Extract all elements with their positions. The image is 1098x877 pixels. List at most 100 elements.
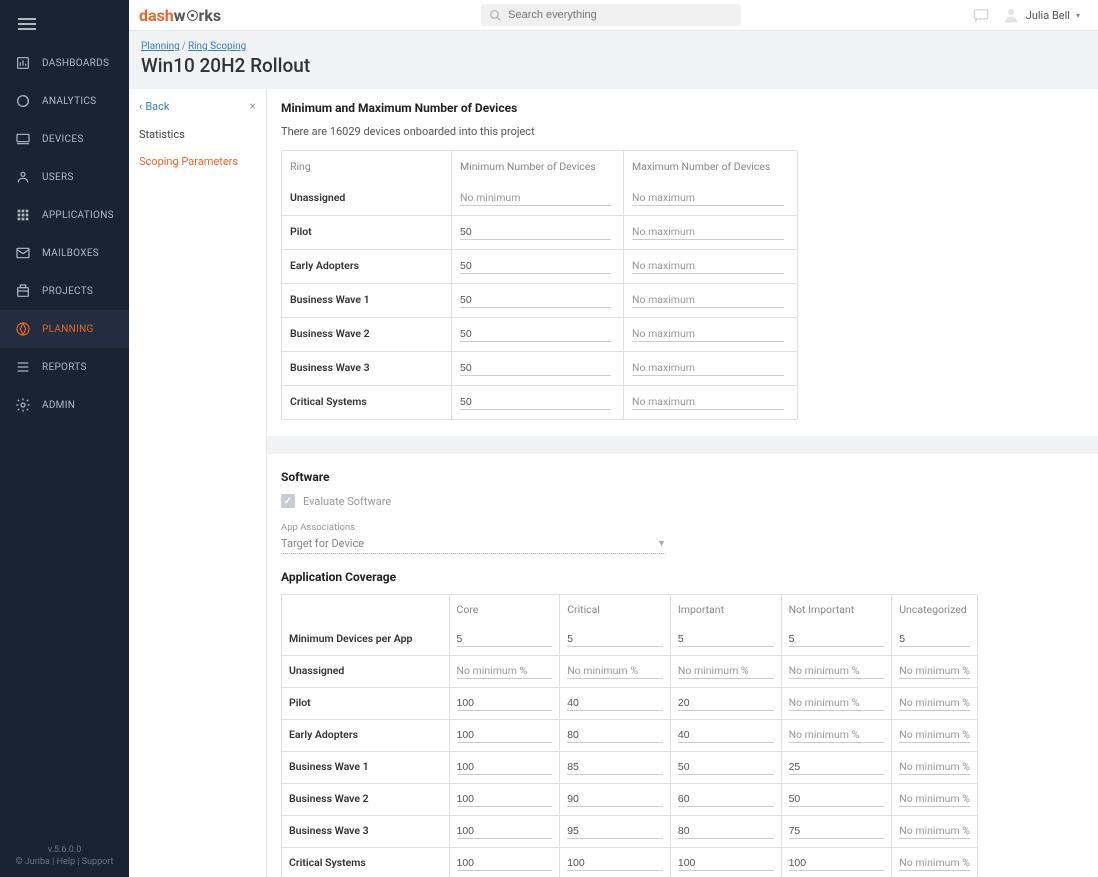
app-associations-label: App Associations — [281, 522, 1084, 533]
coverage-input[interactable] — [789, 793, 885, 807]
coverage-input[interactable] — [789, 761, 885, 775]
nav-applications[interactable]: APPLICATIONS — [0, 196, 129, 234]
user-menu[interactable]: Julia Bell ▾ — [1002, 6, 1080, 24]
support-link[interactable]: Support — [82, 857, 114, 867]
ring-label: Unassigned — [282, 182, 452, 215]
coverage-input[interactable] — [789, 825, 885, 839]
coverage-input[interactable] — [678, 857, 774, 871]
coverage-input[interactable] — [678, 633, 774, 647]
help-link[interactable]: Help — [57, 857, 75, 867]
copyright-link[interactable]: © Juriba — [16, 857, 50, 867]
coverage-input[interactable] — [899, 633, 970, 647]
coverage-input[interactable] — [457, 697, 553, 711]
coverage-input[interactable] — [567, 761, 663, 775]
coverage-row-label: Business Wave 2 — [282, 784, 450, 815]
search-input[interactable] — [508, 9, 733, 21]
coverage-placeholder[interactable]: No minimum % — [789, 728, 885, 743]
hamburger-icon[interactable] — [18, 18, 36, 32]
coverage-input[interactable] — [567, 697, 663, 711]
max-devices-placeholder[interactable]: No maximum — [632, 259, 784, 274]
min-devices-placeholder[interactable]: No minimum — [460, 191, 611, 206]
reports-icon — [14, 358, 32, 376]
close-icon[interactable]: × — [250, 99, 256, 113]
coverage-placeholder[interactable]: No minimum % — [899, 856, 970, 871]
table-row: Unassigned No minimum % No minimum % No min… — [282, 655, 977, 687]
coverage-input[interactable] — [678, 761, 774, 775]
coverage-input[interactable] — [457, 761, 553, 775]
table-row: Business Wave 1 No minimum % — [282, 751, 977, 783]
coverage-input[interactable] — [567, 825, 663, 839]
coverage-placeholder[interactable]: No minimum % — [899, 664, 970, 679]
min-devices-input[interactable] — [460, 328, 611, 342]
max-devices-placeholder[interactable]: No maximum — [632, 395, 784, 410]
breadcrumb-ring-scoping[interactable]: Ring Scoping — [188, 41, 246, 52]
min-devices-input[interactable] — [460, 260, 611, 274]
coverage-input[interactable] — [457, 857, 553, 871]
app-associations-dropdown[interactable]: Target for Device ▼ — [281, 535, 666, 554]
subnav-scoping-parameters[interactable]: Scoping Parameters — [129, 148, 266, 175]
nav-reports[interactable]: REPORTS — [0, 348, 129, 386]
nav-dashboards[interactable]: DASHBOARDS — [0, 44, 129, 82]
coverage-input[interactable] — [567, 793, 663, 807]
coverage-placeholder[interactable]: No minimum % — [789, 696, 885, 711]
coverage-placeholder[interactable]: No minimum % — [899, 728, 970, 743]
min-devices-input[interactable] — [460, 294, 611, 308]
table-row: Business Wave 3No minimum % — [282, 815, 977, 847]
planning-icon — [14, 320, 32, 338]
th-not-important: Not Important — [782, 595, 893, 624]
nav-projects[interactable]: PROJECTS — [0, 272, 129, 310]
coverage-input[interactable] — [678, 729, 774, 743]
evaluate-software-checkbox[interactable] — [281, 494, 295, 508]
coverage-input[interactable] — [567, 633, 663, 647]
nav-analytics[interactable]: ANALYTICS — [0, 82, 129, 120]
coverage-placeholder[interactable]: No minimum % — [899, 792, 970, 807]
coverage-input[interactable] — [457, 825, 553, 839]
coverage-placeholder[interactable]: No minimum % — [457, 664, 553, 679]
nav-devices[interactable]: DEVICES — [0, 120, 129, 158]
messages-icon[interactable] — [972, 6, 990, 24]
avatar-icon — [1002, 6, 1020, 24]
page-title: Win10 20H2 Rollout — [141, 54, 1086, 77]
coverage-input[interactable] — [457, 633, 553, 647]
coverage-input[interactable] — [789, 857, 885, 871]
th-max-devices: Maximum Number of Devices — [624, 151, 796, 182]
back-link[interactable]: Back — [145, 100, 169, 113]
coverage-input[interactable] — [457, 729, 553, 743]
search-box[interactable] — [481, 4, 741, 26]
nav-planning[interactable]: PLANNING — [0, 310, 129, 348]
min-devices-input[interactable] — [460, 226, 611, 240]
coverage-row-label: Unassigned — [282, 656, 450, 687]
th-important: Important — [671, 595, 782, 624]
max-devices-placeholder[interactable]: No maximum — [632, 225, 784, 240]
coverage-placeholder[interactable]: No minimum % — [789, 664, 885, 679]
coverage-input[interactable] — [678, 697, 774, 711]
max-devices-placeholder[interactable]: No maximum — [632, 293, 784, 308]
nav-admin[interactable]: ADMIN — [0, 386, 129, 424]
subnav-statistics[interactable]: Statistics — [129, 121, 266, 148]
breadcrumb-planning[interactable]: Planning — [141, 41, 180, 52]
coverage-placeholder[interactable]: No minimum % — [678, 664, 774, 679]
min-devices-input[interactable] — [460, 362, 611, 376]
max-devices-placeholder[interactable]: No maximum — [632, 191, 784, 206]
min-devices-input[interactable] — [460, 396, 611, 410]
coverage-placeholder[interactable]: No minimum % — [899, 760, 970, 775]
nav-users[interactable]: USERS — [0, 158, 129, 196]
coverage-placeholder[interactable]: No minimum % — [899, 824, 970, 839]
coverage-placeholder[interactable]: No minimum % — [899, 696, 970, 711]
coverage-input[interactable] — [567, 857, 663, 871]
max-devices-placeholder[interactable]: No maximum — [632, 361, 784, 376]
coverage-placeholder[interactable]: No minimum % — [567, 664, 663, 679]
max-devices-placeholder[interactable]: No maximum — [632, 327, 784, 342]
table-row: Business Wave 3No maximum — [282, 351, 797, 385]
coverage-input[interactable] — [567, 729, 663, 743]
table-row: Unassigned No minimum No maximum — [282, 182, 797, 215]
coverage-input[interactable] — [789, 633, 885, 647]
coverage-row-label: Business Wave 1 — [282, 752, 450, 783]
back-chevron-icon[interactable]: ‹ — [139, 100, 142, 113]
coverage-input[interactable] — [678, 825, 774, 839]
coverage-input[interactable] — [457, 793, 553, 807]
coverage-input[interactable] — [678, 793, 774, 807]
page-header: Planning/Ring Scoping Win10 20H2 Rollout — [129, 31, 1098, 89]
nav-mailboxes[interactable]: MAILBOXES — [0, 234, 129, 272]
th-ring: Ring — [282, 151, 452, 182]
